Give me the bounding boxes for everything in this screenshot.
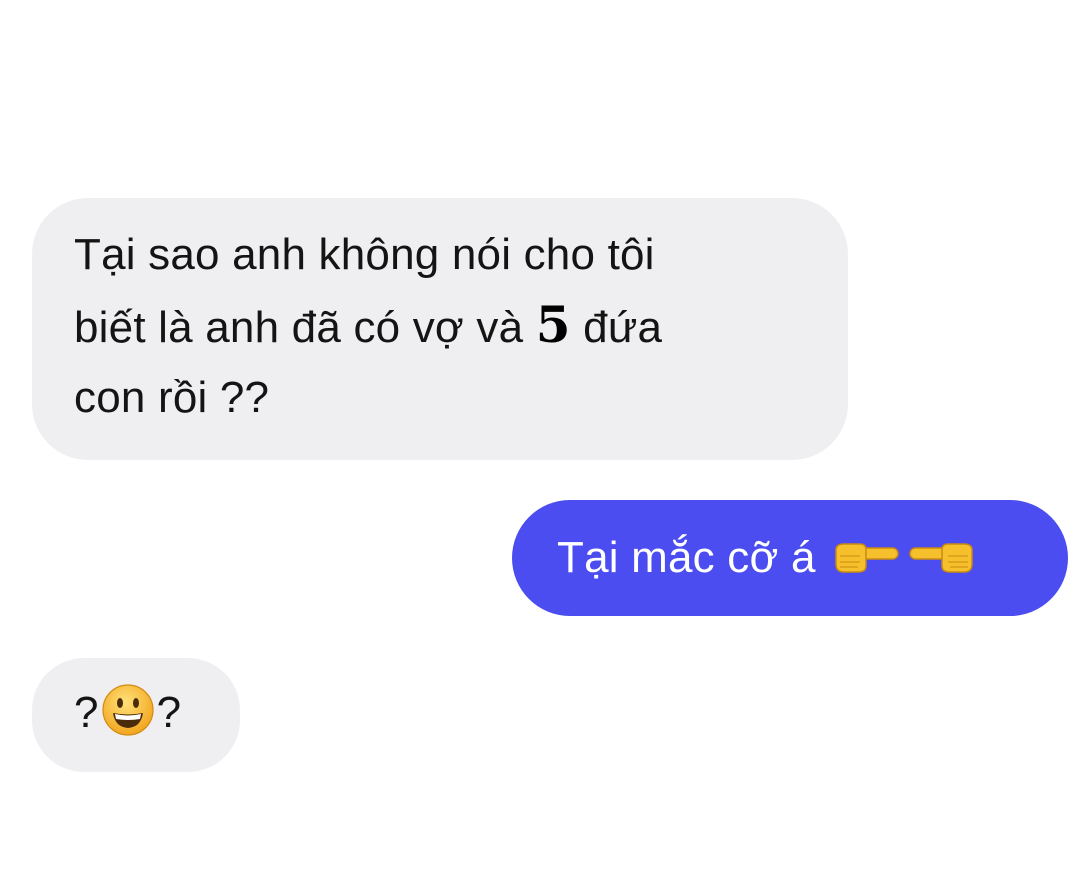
message-text: Tại mắc cỡ á — [557, 533, 816, 582]
bold-number: 5 — [535, 295, 571, 354]
question-mark-right: ? — [156, 688, 182, 737]
pointing-right-hand-icon — [908, 543, 973, 573]
question-mark-left: ? — [74, 688, 99, 737]
message-line-2: biết là anh đã có vợ và 5 đứa — [74, 290, 808, 363]
message-line-2-tail: đứa — [583, 303, 663, 352]
message-line-1: Tại sao anh không nói cho tôi — [74, 230, 655, 279]
grinning-face-icon — [102, 684, 154, 736]
pointing-left-hand-icon — [834, 543, 899, 573]
hand-emoji-group — [830, 523, 978, 593]
incoming-message-bubble[interactable]: Tại sao anh không nói cho tôi biết là an… — [32, 198, 848, 460]
message-line-3: con rồi ?? — [74, 373, 270, 422]
incoming-message-bubble-short[interactable]: ? ? — [32, 658, 240, 772]
message-line-2-text: biết là anh đã có vợ và — [74, 303, 524, 352]
outgoing-message-bubble[interactable]: Tại mắc cỡ á — [512, 500, 1068, 616]
